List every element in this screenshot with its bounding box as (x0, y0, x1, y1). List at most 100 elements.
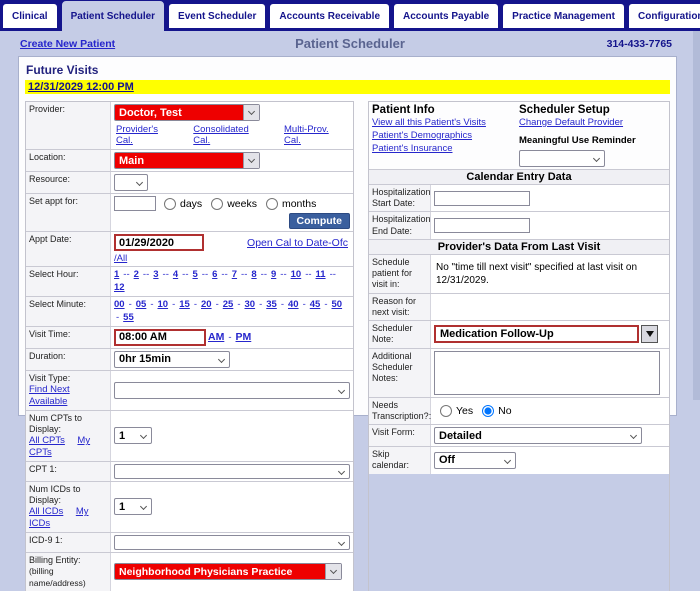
pm-link[interactable]: PM (236, 331, 252, 343)
hosp-end-input[interactable] (434, 218, 530, 234)
tab-clinical[interactable]: Clinical (3, 4, 57, 28)
provider-row: Provider: Doctor, Test Provider's Cal. C… (26, 102, 353, 150)
duration-select[interactable]: 0hr 15min (114, 350, 230, 368)
minute-link[interactable]: 15 (179, 299, 190, 310)
patient-insurance-link[interactable]: Patient's Insurance (372, 143, 453, 156)
schedule-in-row: Schedule patient for visit in: No "time … (369, 254, 669, 294)
hosp-end-row: Hospitalization End Date: (369, 212, 669, 240)
practice-phone-number: 314-433-7765 (606, 37, 672, 50)
weeks-radio[interactable] (211, 197, 224, 210)
tab-configuration[interactable]: Configuration (629, 4, 700, 28)
hour-link[interactable]: 9 (271, 269, 276, 280)
additional-notes-label: Additional Scheduler Notes: (369, 348, 431, 397)
resource-select[interactable] (114, 174, 148, 191)
cpt1-row: CPT 1: (26, 461, 353, 482)
transcription-no-radio[interactable] (482, 404, 495, 417)
patient-visits-link[interactable]: View all this Patient's Visits (372, 117, 486, 130)
hosp-start-input[interactable] (434, 190, 530, 206)
find-next-available-link[interactable]: Find Next Available (29, 384, 70, 407)
provider-select[interactable]: Doctor, Test (114, 104, 260, 121)
set-appt-label: Set appt for: (26, 194, 111, 231)
tab-event-scheduler[interactable]: Event Scheduler (169, 4, 266, 28)
minute-link[interactable]: 05 (136, 299, 147, 310)
change-default-provider-link[interactable]: Change Default Provider (519, 117, 623, 130)
tab-accounts-receivable[interactable]: Accounts Receivable (270, 4, 390, 28)
minute-link[interactable]: 00 (114, 299, 125, 310)
num-icds-row: Num ICDs to Display: All ICDs My ICDs 1 (26, 481, 353, 534)
minute-link[interactable]: 50 (332, 299, 343, 310)
patient-info-section: Patient Info View all this Patient's Vis… (369, 102, 669, 170)
all-cpts-link[interactable]: All CPTs (29, 435, 65, 446)
days-radio[interactable] (164, 197, 176, 210)
schedule-in-value: No "time till next visit" specified at l… (436, 261, 638, 286)
minute-link[interactable]: 35 (266, 299, 277, 310)
hour-link[interactable]: 6 (212, 269, 217, 280)
minute-link[interactable]: 40 (288, 299, 299, 310)
hour-link[interactable]: 10 (291, 269, 302, 280)
visit-time-input[interactable] (114, 328, 206, 346)
hour-link[interactable]: 2 (134, 269, 139, 280)
days-radio-label: days (180, 197, 203, 210)
future-visits-heading: Future Visits (26, 63, 99, 77)
all-link[interactable]: /All (114, 253, 127, 264)
appointment-form: Provider: Doctor, Test Provider's Cal. C… (25, 101, 354, 591)
schedule-in-label: Schedule patient for visit in: (369, 254, 431, 293)
set-appt-count-input[interactable] (114, 196, 156, 211)
tab-practice-management[interactable]: Practice Management (503, 4, 624, 28)
icd9-select[interactable] (114, 535, 350, 551)
scheduler-note-input[interactable]: Medication Follow-Up (434, 325, 639, 344)
visit-form-label: Visit Form: (369, 425, 431, 447)
meaningful-use-select[interactable] (519, 149, 605, 167)
appt-date-input[interactable] (114, 234, 204, 251)
minute-link[interactable]: 30 (245, 299, 256, 310)
minute-link[interactable]: 45 (310, 299, 321, 310)
billing-entity-select[interactable]: Neighborhood Physicians Practice (114, 563, 342, 581)
hour-link[interactable]: 3 (153, 269, 158, 280)
hour-link[interactable]: 5 (193, 269, 198, 280)
future-visit-date-link[interactable]: 12/31/2029 12:00 PM (28, 81, 134, 93)
hour-link[interactable]: 4 (173, 269, 178, 280)
hour-links: 1 -- 2 -- 3 -- 4 -- 5 -- 6 -- 7 -- 8 -- 9 -- 10 -- 11 -- 12 (111, 267, 353, 296)
hour-link[interactable]: 8 (251, 269, 256, 280)
minute-link[interactable]: 25 (223, 299, 234, 310)
tab-patient-scheduler[interactable]: Patient Scheduler (61, 1, 165, 31)
skip-calendar-row: Skip calendar: Off (369, 447, 669, 474)
minute-link[interactable]: 10 (158, 299, 169, 310)
skip-calendar-select[interactable]: Off (434, 451, 516, 469)
open-cal-link[interactable]: Open Cal to Date-Ofc (247, 237, 348, 249)
location-select[interactable]: Main (114, 152, 260, 169)
all-icds-link[interactable]: All ICDs (29, 506, 63, 517)
patient-demographics-link[interactable]: Patient's Demographics (372, 130, 472, 143)
transcription-label: Needs Transcription?: (369, 397, 431, 425)
minute-link[interactable]: 55 (123, 312, 134, 323)
hour-link[interactable]: 7 (232, 269, 237, 280)
am-link[interactable]: AM (208, 331, 224, 343)
hour-link[interactable]: 1 (114, 269, 119, 280)
dropdown-arrow-icon[interactable] (641, 325, 658, 344)
hour-link[interactable]: 12 (114, 282, 125, 293)
provider-data-heading: Provider's Data From Last Visit (369, 239, 669, 255)
visit-type-select[interactable] (114, 381, 350, 399)
num-cpts-select[interactable]: 1 (114, 427, 152, 445)
reason-row: Reason for next visit: (369, 293, 669, 322)
transcription-yes-radio[interactable] (440, 404, 452, 417)
providers-cal-link[interactable]: Provider's Cal. (116, 124, 177, 146)
months-radio[interactable] (265, 197, 278, 210)
additional-notes-textarea[interactable] (434, 350, 660, 395)
cpt1-select[interactable] (114, 463, 350, 479)
tab-accounts-payable[interactable]: Accounts Payable (394, 4, 499, 28)
hour-link[interactable]: 11 (316, 269, 326, 280)
visit-form-select[interactable]: Detailed (434, 427, 642, 445)
transcription-no-label: No (498, 404, 512, 417)
num-icds-select[interactable]: 1 (114, 498, 152, 516)
icd9-label: ICD-9 1: (26, 533, 111, 553)
num-cpts-label: Num CPTs to Display: All CPTs My CPTs (26, 410, 111, 461)
compute-button[interactable]: Compute (288, 213, 350, 229)
minute-link[interactable]: 20 (201, 299, 212, 310)
multi-prov-cal-link[interactable]: Multi-Prov. Cal. (284, 124, 348, 146)
visit-type-row: Visit Type: Find Next Available (26, 370, 353, 411)
chevron-down-icon (243, 153, 259, 168)
consolidated-cal-link[interactable]: Consolidated Cal. (193, 124, 268, 146)
scheduler-setup-heading: Scheduler Setup (519, 104, 610, 116)
scrollbar[interactable] (693, 31, 700, 400)
